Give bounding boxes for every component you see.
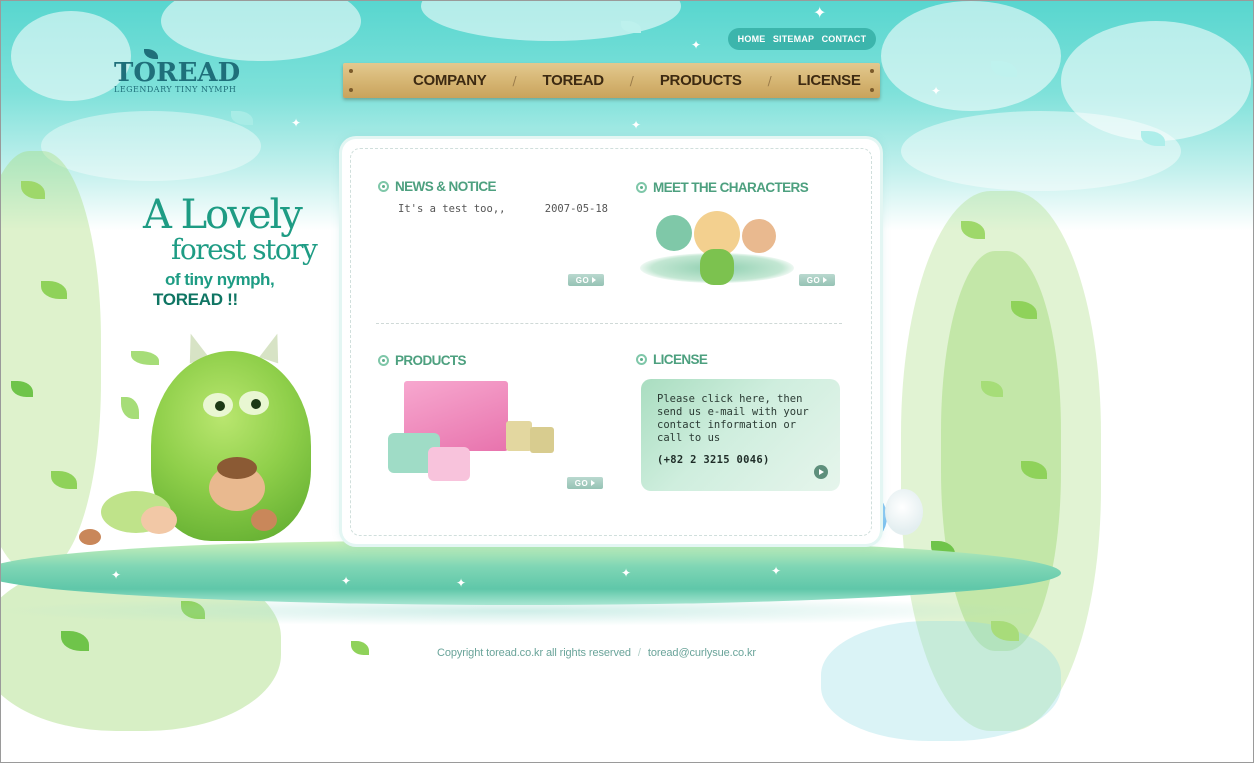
arrow-right-icon [823,277,828,283]
content-card: NEWS & NOTICE It's a test too,, 2007-05-… [342,139,880,544]
nav-company[interactable]: COMPANY [413,72,487,89]
util-nav-home[interactable]: HOME [738,34,766,44]
slogan-line-1: A Lovely [143,192,303,238]
news-item[interactable]: It's a test too,, 2007-05-18 [398,203,608,215]
nav-license[interactable]: LICENSE [798,72,861,89]
footer-email-link[interactable]: toread@curlysue.co.kr [648,647,756,659]
characters-go-button[interactable]: GO [799,274,835,286]
license-contact-box[interactable]: Please click here, then send us e-mail w… [641,379,840,491]
logo[interactable]: TOREAD LEGENDARY TINY NYMPH [114,49,241,94]
monster-illustration [151,330,311,541]
footer: Copyright toread.co.kr all rights reserv… [437,647,756,659]
news-go-button[interactable]: GO [568,274,604,286]
license-message: Please click here, then send us e-mail w… [657,393,809,444]
tree-branch: ✦ ✦ ✦ ✦ ✦ [1,541,1061,605]
characters-title-text: MEET THE CHARACTERS [653,180,809,195]
slogan-line-4: TOREAD !! [153,290,238,309]
products-image[interactable] [388,377,558,495]
characters-section-title[interactable]: MEET THE CHARACTERS [636,180,809,195]
products-title-text: PRODUCTS [395,353,467,368]
slogan-line-2: forest story [171,233,318,266]
squirrel-right [251,509,277,531]
squirrel-left [79,529,101,545]
nav-separator: / [767,73,772,88]
footer-separator: / [637,647,641,659]
bullet-icon [636,182,647,193]
nav-separator: / [512,73,517,88]
license-phone: (+82 2 3215 0046) [657,454,770,466]
nav-products[interactable]: PRODUCTS [660,72,742,89]
products-section-title[interactable]: PRODUCTS [378,353,467,368]
sleeping-nymph-face [141,506,177,534]
arrow-right-icon [592,277,597,283]
nav-separator: / [629,73,634,88]
bullet-icon [378,355,389,366]
news-item-date: 2007-05-18 [544,203,608,215]
util-nav-sitemap[interactable]: SITEMAP [773,34,814,44]
arrow-right-icon [591,480,596,486]
slogan-line-3: of tiny nymph, [165,270,275,289]
characters-illustration[interactable] [638,205,798,297]
news-section-title[interactable]: NEWS & NOTICE [378,179,497,194]
news-item-title[interactable]: It's a test too,, [398,203,505,215]
util-nav-contact[interactable]: CONTACT [822,34,867,44]
page: ✦ ✦ ✦ ✦ ✦ TOREAD LEGENDARY TINY NYMPH HO… [1,1,1253,762]
white-bird [885,489,923,535]
bullet-icon [636,354,647,365]
nav-toread[interactable]: TOREAD [543,72,605,89]
license-title-text: LICENSE [653,352,708,367]
bullet-icon [378,181,389,192]
logo-tagline: LEGENDARY TINY NYMPH [114,85,237,94]
products-go-button[interactable]: GO [567,477,603,489]
slogan: A Lovely forest story of tiny nymph, TOR… [143,192,318,310]
footer-copyright: Copyright toread.co.kr all rights reserv… [437,647,631,659]
news-title-text: NEWS & NOTICE [395,179,497,194]
arrow-circle-icon[interactable] [814,465,828,479]
license-section-title[interactable]: LICENSE [636,352,708,367]
main-nav: COMPANY / TOREAD / PRODUCTS / LICENSE [343,63,880,98]
logo-brand: TOREAD [114,58,241,88]
utility-nav: HOME SITEMAP CONTACT [728,28,876,50]
section-divider [376,323,842,324]
